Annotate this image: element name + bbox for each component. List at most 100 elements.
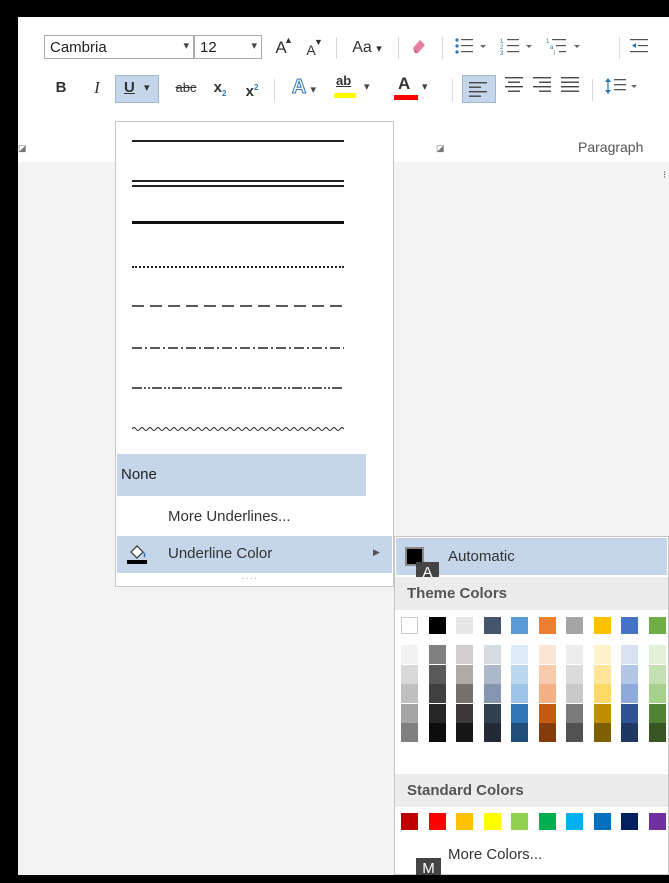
theme-shade-swatch[interactable] xyxy=(593,684,611,703)
theme-shade-swatch[interactable] xyxy=(593,723,611,742)
theme-shade-swatch[interactable] xyxy=(593,703,611,723)
theme-shade-swatch[interactable] xyxy=(566,664,583,684)
underline-style-double[interactable] xyxy=(116,162,393,202)
theme-shade-swatch[interactable] xyxy=(456,703,473,723)
standard-color-swatch[interactable] xyxy=(456,813,473,830)
theme-shade-swatch[interactable] xyxy=(538,723,556,742)
strikethrough-button[interactable]: abc xyxy=(170,76,202,100)
shrink-font-button[interactable]: A ▼ xyxy=(299,37,323,62)
underline-color-menu-item[interactable]: Underline Color ▶ xyxy=(117,536,392,573)
theme-color-swatch[interactable] xyxy=(428,617,446,634)
theme-shade-swatch[interactable] xyxy=(593,664,611,684)
standard-color-swatch[interactable] xyxy=(401,813,418,830)
bullets-button[interactable] xyxy=(450,36,494,60)
multilevel-list-button[interactable]: 1ai xyxy=(542,36,594,60)
theme-shade-swatch[interactable] xyxy=(648,684,666,703)
theme-shade-swatch[interactable] xyxy=(566,684,583,703)
theme-shade-swatch[interactable] xyxy=(456,723,473,742)
theme-color-swatch[interactable] xyxy=(456,617,473,634)
theme-color-swatch[interactable] xyxy=(401,617,418,634)
theme-shade-swatch[interactable] xyxy=(428,645,446,664)
underline-style-single[interactable] xyxy=(116,122,393,162)
theme-shade-swatch[interactable] xyxy=(483,723,501,742)
theme-shade-swatch[interactable] xyxy=(648,723,666,742)
theme-shade-swatch[interactable] xyxy=(621,684,638,703)
chevron-down-icon[interactable]: ▾ xyxy=(183,39,189,52)
standard-color-swatch[interactable] xyxy=(566,813,583,830)
more-underlines-menu-item[interactable]: More Underlines... xyxy=(117,499,392,536)
theme-color-swatch[interactable] xyxy=(593,617,611,634)
font-color-button[interactable]: A ▾ xyxy=(392,74,436,100)
standard-color-swatch[interactable] xyxy=(621,813,638,830)
standard-color-swatch[interactable] xyxy=(428,813,446,830)
theme-shade-swatch[interactable] xyxy=(428,723,446,742)
underline-style-wave[interactable] xyxy=(116,402,393,442)
theme-shade-swatch[interactable] xyxy=(538,664,556,684)
theme-shade-swatch[interactable] xyxy=(401,684,418,703)
standard-color-swatch[interactable] xyxy=(483,813,501,830)
theme-color-swatch[interactable] xyxy=(538,617,556,634)
change-case-button[interactable]: Aa ▾ xyxy=(344,36,390,60)
theme-shade-swatch[interactable] xyxy=(456,684,473,703)
theme-shade-swatch[interactable] xyxy=(401,664,418,684)
theme-shade-swatch[interactable] xyxy=(648,703,666,723)
clear-formatting-button[interactable] xyxy=(406,36,432,60)
standard-color-swatch[interactable] xyxy=(538,813,556,830)
justify-button[interactable] xyxy=(558,76,582,100)
italic-button[interactable]: I xyxy=(86,76,108,100)
subscript-button[interactable]: x2 xyxy=(208,76,232,100)
underline-style-dash-dot[interactable] xyxy=(116,322,393,362)
underline-style-thick[interactable] xyxy=(116,202,393,242)
theme-shade-swatch[interactable] xyxy=(511,645,528,664)
grow-font-button[interactable]: A ▲ xyxy=(269,35,293,60)
theme-shade-swatch[interactable] xyxy=(538,684,556,703)
theme-shade-swatch[interactable] xyxy=(566,645,583,664)
resize-grip-icon[interactable]: ···· xyxy=(241,573,258,584)
theme-shade-swatch[interactable] xyxy=(511,703,528,723)
chevron-down-icon[interactable]: ▾ xyxy=(251,39,257,52)
line-spacing-button[interactable] xyxy=(600,76,646,100)
theme-shade-swatch[interactable] xyxy=(428,664,446,684)
underline-style-dash-dot-dot[interactable] xyxy=(116,362,393,402)
theme-shade-swatch[interactable] xyxy=(401,703,418,723)
align-right-button[interactable] xyxy=(530,76,554,100)
theme-shade-swatch[interactable] xyxy=(401,723,418,742)
theme-shade-swatch[interactable] xyxy=(538,645,556,664)
font-size-combobox[interactable]: 12 ▾ xyxy=(194,35,262,59)
superscript-button[interactable]: x2 xyxy=(240,76,264,100)
theme-shade-swatch[interactable] xyxy=(483,703,501,723)
numbering-button[interactable]: 123 xyxy=(496,36,540,60)
standard-color-swatch[interactable] xyxy=(593,813,611,830)
theme-shade-swatch[interactable] xyxy=(621,723,638,742)
underline-none-option[interactable]: None xyxy=(117,454,366,496)
theme-shade-swatch[interactable] xyxy=(621,703,638,723)
underline-button[interactable]: U ▾ xyxy=(115,75,159,103)
theme-color-swatch[interactable] xyxy=(483,617,501,634)
chevron-down-icon[interactable]: ▾ xyxy=(144,81,150,94)
theme-shade-swatch[interactable] xyxy=(511,684,528,703)
underline-style-dashed[interactable] xyxy=(116,282,393,322)
theme-shade-swatch[interactable] xyxy=(593,645,611,664)
theme-color-swatch[interactable] xyxy=(621,617,638,634)
font-name-combobox[interactable]: Cambria ▾ xyxy=(44,35,194,59)
underline-style-dotted[interactable] xyxy=(116,242,393,282)
theme-shade-swatch[interactable] xyxy=(538,703,556,723)
theme-shade-swatch[interactable] xyxy=(648,645,666,664)
theme-shade-swatch[interactable] xyxy=(428,703,446,723)
theme-color-swatch[interactable] xyxy=(511,617,528,634)
theme-shade-swatch[interactable] xyxy=(621,664,638,684)
theme-shade-swatch[interactable] xyxy=(566,703,583,723)
standard-color-swatch[interactable] xyxy=(511,813,528,830)
align-left-button[interactable] xyxy=(462,75,496,103)
theme-shade-swatch[interactable] xyxy=(401,645,418,664)
center-button[interactable] xyxy=(502,76,526,100)
theme-shade-swatch[interactable] xyxy=(483,645,501,664)
theme-shade-swatch[interactable] xyxy=(621,645,638,664)
theme-color-swatch[interactable] xyxy=(566,617,583,634)
theme-shade-swatch[interactable] xyxy=(456,664,473,684)
theme-shade-swatch[interactable] xyxy=(483,664,501,684)
theme-shade-swatch[interactable] xyxy=(511,723,528,742)
standard-color-swatch[interactable] xyxy=(648,813,666,830)
theme-shade-swatch[interactable] xyxy=(428,684,446,703)
text-highlight-color-button[interactable]: ab ▾ xyxy=(332,73,382,98)
